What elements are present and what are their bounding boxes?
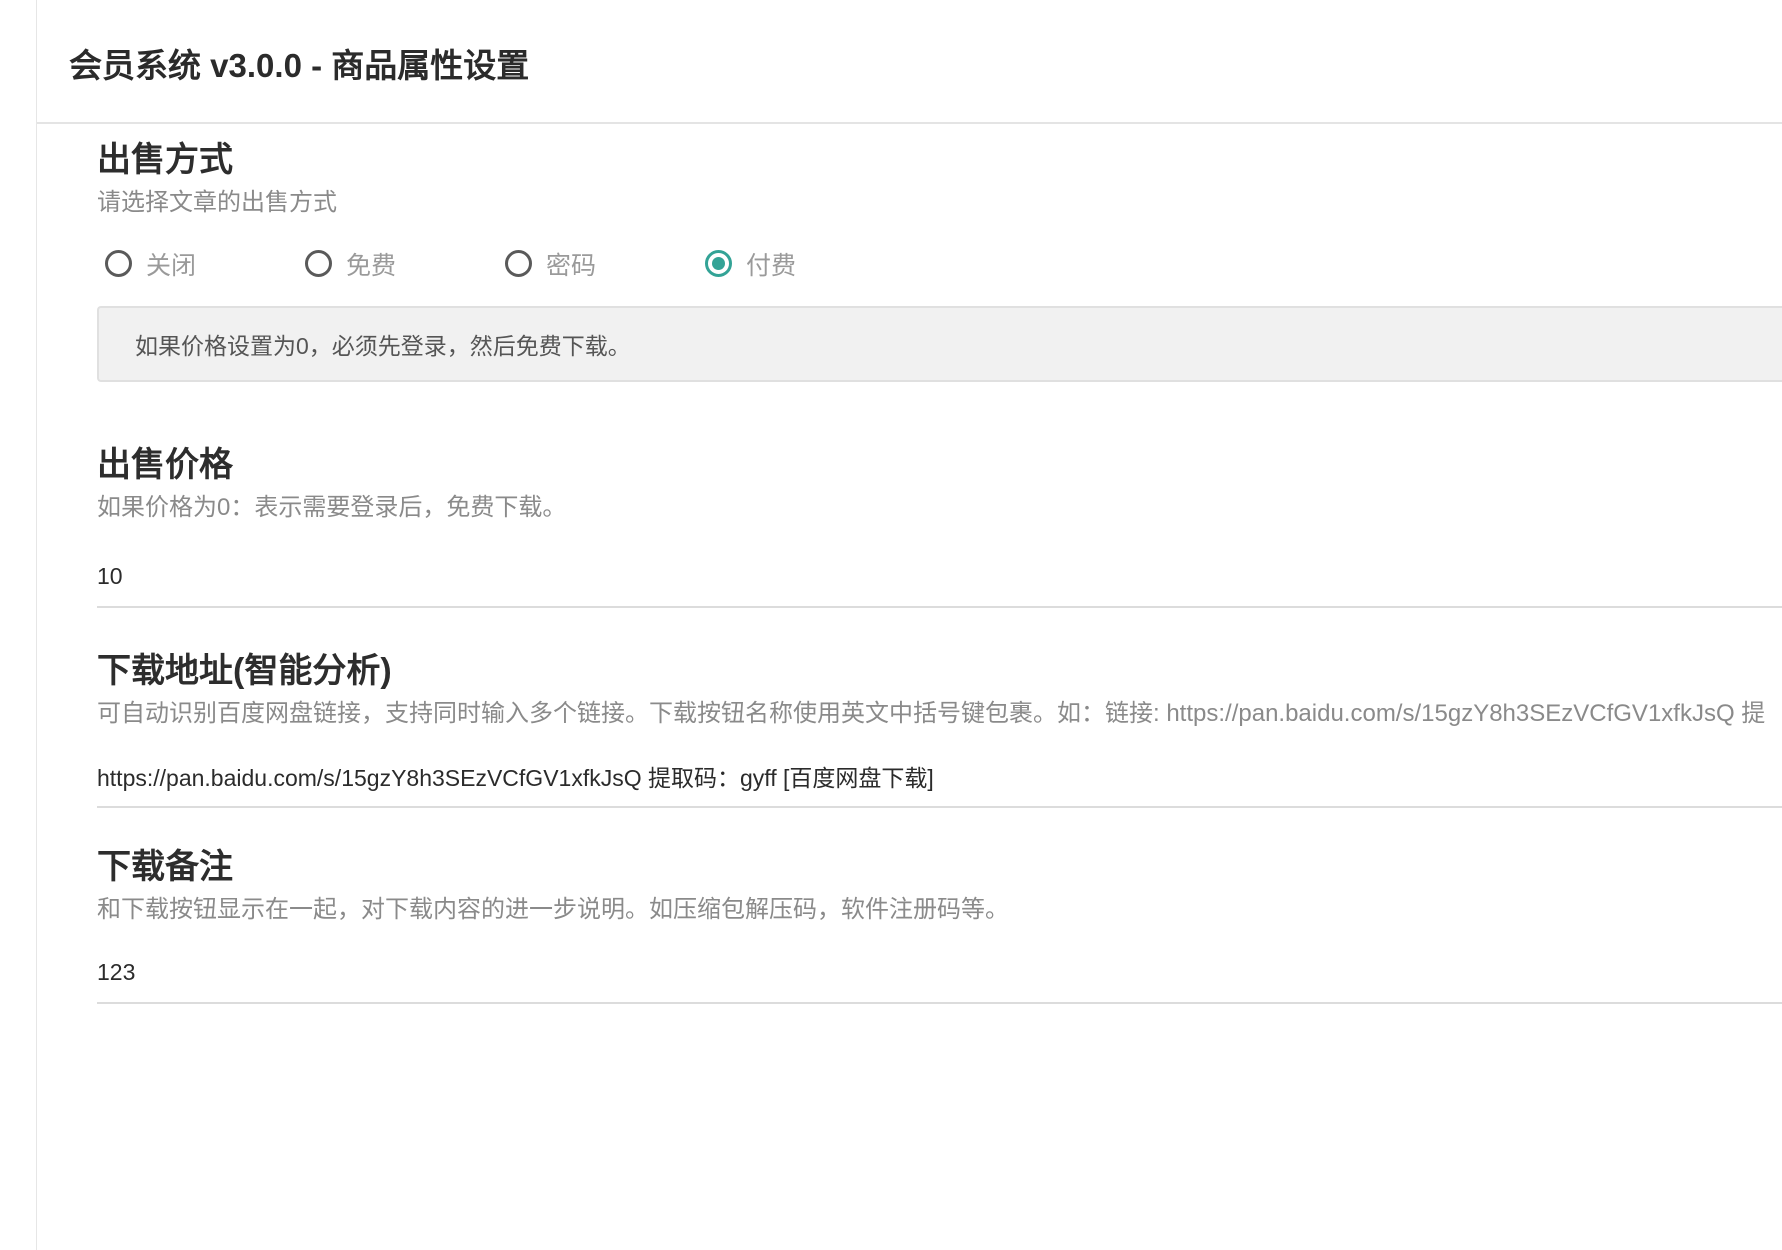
download-url-section: 下载地址(智能分析) 可自动识别百度网盘链接，支持同时输入多个链接。下载按钮名称…	[97, 651, 1782, 808]
download-note-input[interactable]	[97, 958, 1782, 1004]
radio-option-password[interactable]: 密码	[497, 246, 697, 282]
settings-panel: 会员系统 v3.0.0 - 商品属性设置 出售方式 请选择文章的出售方式 关闭 …	[36, 0, 1782, 1250]
sale-price-description: 如果价格为0：表示需要登录后，免费下载。	[97, 493, 567, 521]
download-note-section: 下载备注 和下载按钮显示在一起，对下载内容的进一步说明。如压缩包解压码，软件注册…	[97, 847, 1782, 1004]
radio-option-paid[interactable]: 付费	[697, 246, 897, 282]
sale-price-title: 出售价格	[97, 446, 233, 484]
radio-button-free[interactable]	[305, 250, 332, 278]
sale-method-section: 出售方式 请选择文章的出售方式 关闭 免费 密码 付费 如果价格设置为0，必须先…	[97, 140, 1782, 382]
radio-button-password[interactable]	[505, 250, 532, 278]
radio-option-free[interactable]: 免费	[297, 246, 497, 282]
radio-button-close[interactable]	[105, 250, 132, 278]
download-note-description: 和下载按钮显示在一起，对下载内容的进一步说明。如压缩包解压码，软件注册码等。	[97, 895, 1009, 923]
sale-price-input[interactable]	[97, 562, 1782, 608]
panel-header: 会员系统 v3.0.0 - 商品属性设置	[37, 0, 1782, 124]
radio-label-free: 免费	[346, 251, 397, 280]
radio-label-password: 密码	[546, 251, 597, 280]
sale-method-notice: 如果价格设置为0，必须先登录，然后免费下载。	[97, 305, 1782, 382]
download-url-input[interactable]	[97, 762, 1782, 808]
sale-method-radio-group: 关闭 免费 密码 付费	[97, 246, 1782, 282]
radio-label-close: 关闭	[146, 251, 197, 280]
sale-method-title: 出售方式	[97, 141, 233, 179]
sale-method-description: 请选择文章的出售方式	[97, 188, 337, 216]
page-title: 会员系统 v3.0.0 - 商品属性设置	[69, 47, 530, 84]
download-note-title: 下载备注	[97, 848, 233, 886]
download-url-description: 可自动识别百度网盘链接，支持同时输入多个链接。下载按钮名称使用英文中括号键包裹。…	[97, 699, 1766, 727]
download-url-title: 下载地址(智能分析)	[97, 652, 392, 690]
sale-price-section: 出售价格 如果价格为0：表示需要登录后，免费下载。	[97, 445, 1782, 608]
radio-option-close[interactable]: 关闭	[97, 246, 297, 282]
radio-button-paid[interactable]	[705, 250, 732, 278]
radio-label-paid: 付费	[746, 251, 797, 280]
